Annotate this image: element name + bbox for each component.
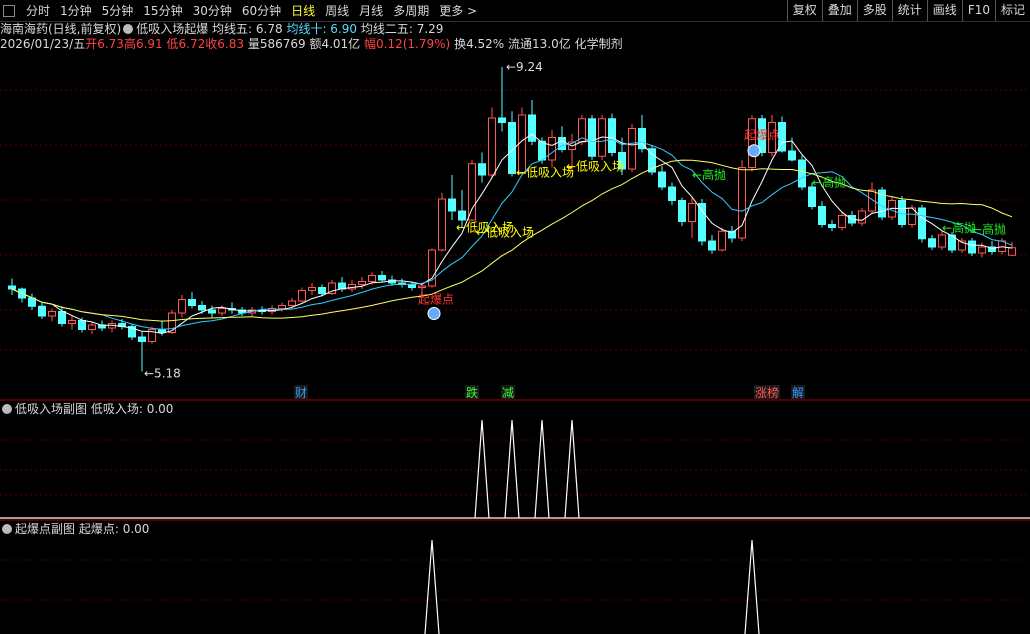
subchart1-peak	[474, 419, 490, 519]
candle-body	[288, 300, 296, 306]
candle-body	[208, 309, 216, 314]
candle-body	[858, 210, 866, 224]
candle-body	[158, 329, 166, 333]
subchart2-peak	[744, 539, 760, 634]
candle-body	[828, 224, 836, 228]
candle-body	[668, 186, 676, 201]
candle-body	[678, 200, 686, 222]
candle-body	[838, 215, 846, 228]
candle-body	[628, 128, 636, 170]
candle-body	[868, 189, 876, 212]
candle-body	[658, 171, 666, 188]
subchart2-peak	[424, 539, 440, 634]
subchart2-header: 起爆点副图 起爆点: 0.00	[0, 522, 149, 537]
candle-body	[8, 285, 16, 290]
burst-point-label: 起爆点	[418, 293, 454, 307]
annotations-layer: ←9.24←5.18←低吸入场←低吸入场←低吸入场←低吸入场起爆点起爆点←高抛←…	[144, 60, 1006, 400]
subchart2-title[interactable]: 起爆点副图	[15, 522, 75, 536]
candle-body	[478, 163, 486, 176]
candle-body	[218, 308, 226, 314]
subchart1-peak	[534, 419, 550, 519]
candle-body	[798, 159, 806, 188]
candle-body	[458, 210, 466, 221]
candle-body	[378, 275, 386, 281]
candle-body	[1008, 247, 1016, 256]
candle-body	[198, 305, 206, 311]
sell-signal-label: ←高抛	[972, 222, 1006, 237]
subchart2-menu-icon[interactable]	[2, 524, 12, 534]
sell-signal-label: ←高抛	[812, 174, 846, 189]
candle-body	[448, 198, 456, 212]
candle-body	[408, 284, 416, 288]
candle-body	[168, 312, 176, 333]
subchart1-peak	[504, 419, 520, 519]
candles-layer	[8, 67, 1016, 372]
subchart1-header: 低吸入场副图 低吸入场: 0.00	[0, 402, 173, 417]
candle-body	[608, 118, 616, 153]
candle-body	[48, 311, 56, 317]
candle-body	[698, 203, 706, 242]
candle-body	[278, 305, 286, 309]
subchart1-title[interactable]: 低吸入场副图	[15, 402, 87, 416]
high-price-label: ←9.24	[506, 60, 543, 74]
candle-body	[548, 137, 556, 161]
candle-body	[528, 114, 536, 142]
sell-signal-label: ←高抛	[692, 167, 726, 182]
candle-body	[708, 240, 716, 251]
candle-body	[68, 320, 76, 324]
candle-body	[688, 203, 696, 222]
candle-body	[318, 287, 326, 294]
subchart1-menu-icon[interactable]	[2, 404, 12, 414]
event-tag: 财	[295, 386, 307, 400]
candle-body	[588, 118, 596, 157]
ma25-line	[11, 159, 1013, 322]
candle-body	[358, 281, 366, 285]
candle-body	[808, 186, 816, 207]
subchart1-value: 低吸入场: 0.00	[90, 402, 174, 416]
event-tag: 跌	[466, 385, 478, 400]
candle-body	[928, 238, 936, 248]
candle-body	[188, 299, 196, 306]
sell-signal-label: ←高抛	[942, 220, 976, 235]
event-tag: 解	[792, 386, 804, 400]
low-price-label: ←5.18	[144, 367, 181, 381]
candle-body	[38, 305, 46, 317]
burst-point-marker	[427, 307, 441, 320]
candle-body	[88, 324, 96, 330]
candle-body	[978, 246, 986, 254]
candle-body	[938, 234, 946, 248]
event-tag: 涨榜	[755, 385, 779, 400]
subchart1-layer	[0, 419, 1030, 519]
candle-body	[538, 140, 546, 161]
low-buy-signal-label: ←低吸入场	[566, 160, 624, 174]
candle-body	[138, 336, 146, 342]
low-buy-signal-label: ←低吸入场	[476, 226, 534, 240]
subchart2-value: 起爆点: 0.00	[78, 522, 150, 536]
burst-point-label: 起爆点	[744, 128, 780, 142]
candle-body	[898, 200, 906, 225]
candle-body	[78, 320, 86, 330]
candle-body	[308, 287, 316, 291]
candle-body	[58, 311, 66, 324]
subchart2-layer	[424, 539, 760, 634]
candle-body	[918, 207, 926, 240]
subchart1-peak	[564, 419, 580, 519]
candle-body	[498, 117, 506, 123]
candle-body	[748, 118, 756, 168]
event-tag: 减	[502, 386, 514, 400]
candle-body	[788, 150, 796, 161]
candle-body	[438, 198, 446, 251]
candle-body	[718, 230, 726, 251]
candle-body	[418, 285, 426, 288]
candle-body	[298, 290, 306, 302]
candle-body	[468, 163, 476, 221]
kline-chart[interactable]: ←9.24←5.18←低吸入场←低吸入场←低吸入场←低吸入场起爆点起爆点←高抛←…	[0, 0, 1030, 634]
candle-body	[818, 206, 826, 225]
burst-point-marker	[747, 144, 761, 158]
candle-body	[968, 240, 976, 254]
candle-body	[488, 117, 496, 176]
candle-body	[178, 299, 186, 314]
candle-body	[368, 275, 376, 282]
